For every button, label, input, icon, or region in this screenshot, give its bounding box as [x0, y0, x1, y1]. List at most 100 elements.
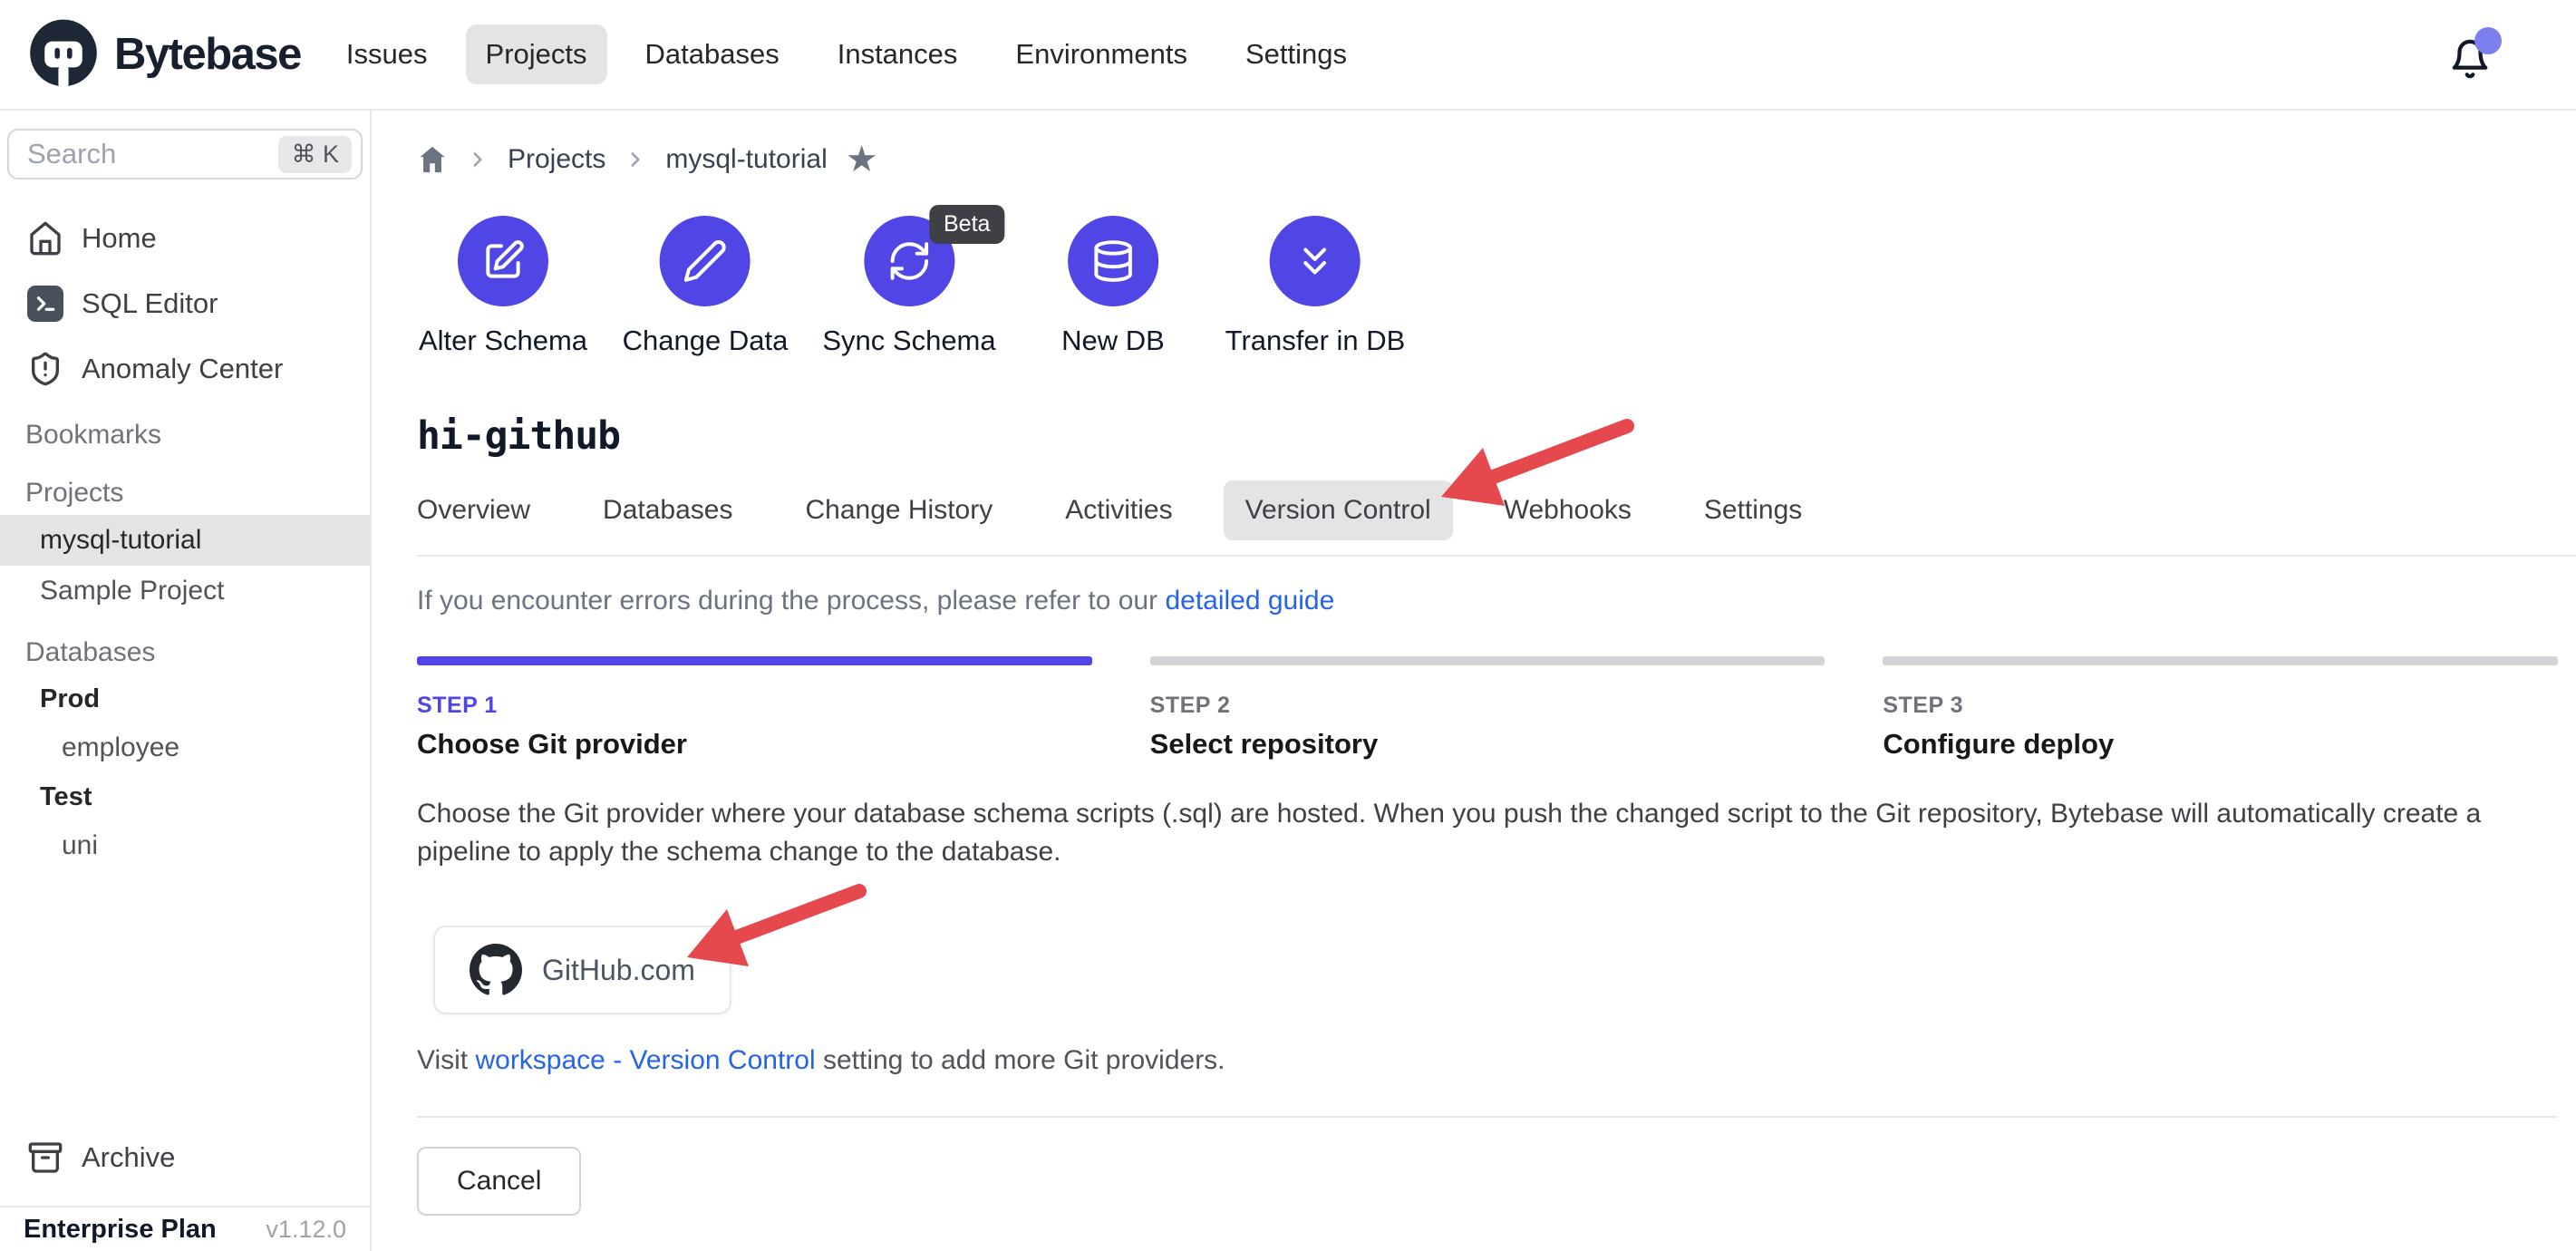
project-tabs-wrap: Overview Databases Change History Activi… [417, 480, 2576, 557]
sidebar-env-prod: Prod [0, 674, 370, 723]
tab-webhooks[interactable]: Webhooks [1482, 480, 1653, 540]
nav-settings[interactable]: Settings [1225, 24, 1367, 84]
step-3-title: Configure deploy [1883, 728, 2558, 761]
action-label: Change Data [623, 325, 789, 357]
version-label: v1.12.0 [266, 1216, 346, 1244]
nav-databases[interactable]: Databases [625, 24, 799, 84]
step-3: STEP 3 Configure deploy [1883, 656, 2558, 761]
step-2-progress-bar [1150, 656, 1825, 665]
sidebar-item-label: Archive [82, 1141, 175, 1174]
project-title: hi-github [417, 413, 2558, 459]
sidebar-menu: Home SQL Editor Anomaly Center Bookmarks… [0, 208, 370, 870]
database-icon [1090, 238, 1136, 284]
sidebar-section-projects: Projects [0, 471, 370, 515]
tab-version-control[interactable]: Version Control [1224, 480, 1453, 540]
sync-icon [886, 238, 932, 284]
sidebar-item-label: Anomaly Center [82, 353, 283, 385]
sidebar-footer: Enterprise Plan v1.12.0 [0, 1206, 370, 1251]
step-description: Choose the Git provider where your datab… [417, 795, 2533, 871]
plan-label: Enterprise Plan [24, 1215, 217, 1245]
step-1-label: STEP 1 [417, 693, 1092, 719]
sidebar: ⌘ K Home SQL Editor [0, 111, 372, 1251]
tab-overview[interactable]: Overview [395, 480, 552, 540]
step-1-title: Choose Git provider [417, 728, 1092, 761]
search-input[interactable] [27, 138, 278, 170]
sidebar-item-sql-editor[interactable]: SQL Editor [0, 274, 370, 334]
search-box[interactable]: ⌘ K [7, 129, 363, 179]
shield-alert-icon [27, 351, 63, 387]
action-label: New DB [1061, 325, 1165, 357]
visit-prefix: Visit [417, 1045, 475, 1075]
sidebar-item-label: Home [82, 222, 157, 255]
github-icon [470, 944, 522, 996]
step-2: STEP 2 Select repository [1150, 656, 1825, 761]
edit-square-icon [480, 238, 526, 284]
chevron-right-icon [466, 148, 489, 171]
cancel-button[interactable]: Cancel [417, 1147, 581, 1216]
github-provider-button[interactable]: GitHub.com [433, 926, 731, 1014]
pencil-icon [683, 238, 728, 284]
chevron-right-icon [624, 148, 647, 171]
tab-databases[interactable]: Databases [581, 480, 754, 540]
sync-schema-button[interactable]: Beta Sync Schema [822, 216, 995, 357]
step-1-progress-bar [417, 656, 1092, 665]
notification-dot [2474, 27, 2502, 54]
sidebar-project-sample-project[interactable]: Sample Project [0, 566, 370, 616]
visit-suffix: setting to add more Git providers. [816, 1045, 1225, 1075]
chevrons-down-icon [1293, 238, 1338, 284]
sidebar-db-uni[interactable]: uni [0, 821, 370, 870]
terminal-icon [27, 286, 63, 322]
breadcrumb-current-project[interactable]: mysql-tutorial [665, 144, 827, 175]
visit-line: Visit workspace - Version Control settin… [417, 1045, 2558, 1076]
nav-instances[interactable]: Instances [818, 24, 978, 84]
provider-label: GitHub.com [542, 954, 695, 987]
step-3-progress-bar [1883, 656, 2558, 665]
action-label: Alter Schema [419, 325, 587, 357]
beta-badge: Beta [929, 205, 1004, 244]
detailed-guide-link[interactable]: detailed guide [1165, 586, 1334, 616]
home-icon [27, 220, 63, 257]
tab-change-history[interactable]: Change History [783, 480, 1014, 540]
main-content: Projects mysql-tutorial ★ Alter Schema [372, 111, 2576, 1251]
step-2-title: Select repository [1150, 728, 1825, 761]
sidebar-section-bookmarks: Bookmarks [0, 413, 370, 457]
alter-schema-button[interactable]: Alter Schema [419, 216, 587, 357]
step-1: STEP 1 Choose Git provider [417, 656, 1092, 761]
tab-settings[interactable]: Settings [1682, 480, 1824, 540]
bytebase-app: Bytebase Issues Projects Databases Insta… [0, 0, 2576, 1251]
sidebar-env-test: Test [0, 772, 370, 821]
breadcrumb-home-button[interactable] [417, 144, 448, 175]
sidebar-item-label: SQL Editor [82, 287, 218, 320]
project-tabs: Overview Databases Change History Activi… [395, 480, 2576, 540]
bytebase-logo-icon [27, 18, 100, 91]
top-header: Bytebase Issues Projects Databases Insta… [0, 0, 2576, 111]
sidebar-project-mysql-tutorial[interactable]: mysql-tutorial [0, 515, 370, 566]
change-data-button[interactable]: Change Data [623, 216, 789, 357]
step-2-label: STEP 2 [1150, 693, 1825, 719]
notice-text: If you encounter errors during the proce… [417, 586, 1165, 616]
search-shortcut: ⌘ K [278, 136, 352, 173]
nav-environments[interactable]: Environments [995, 24, 1207, 84]
git-provider-row: GitHub.com [417, 926, 2558, 1014]
tab-activities[interactable]: Activities [1043, 480, 1194, 540]
notification-button[interactable] [2449, 31, 2493, 78]
error-notice: If you encounter errors during the proce… [417, 586, 2558, 616]
action-label: Sync Schema [822, 325, 995, 357]
star-icon[interactable]: ★ [846, 141, 878, 178]
sidebar-item-home[interactable]: Home [0, 208, 370, 268]
nav-projects[interactable]: Projects [466, 24, 607, 84]
breadcrumb: Projects mysql-tutorial ★ [417, 141, 2558, 178]
brand-name: Bytebase [114, 29, 301, 80]
bytebase-logo[interactable]: Bytebase [27, 18, 301, 91]
new-db-button[interactable]: New DB [1061, 216, 1165, 357]
workspace-version-control-link[interactable]: workspace - Version Control [475, 1045, 815, 1075]
nav-issues[interactable]: Issues [326, 24, 448, 84]
sidebar-section-databases: Databases [0, 631, 370, 674]
sidebar-item-anomaly-center[interactable]: Anomaly Center [0, 339, 370, 399]
sidebar-item-archive[interactable]: Archive [0, 1128, 370, 1188]
top-nav: Issues Projects Databases Instances Envi… [326, 24, 1367, 84]
breadcrumb-projects[interactable]: Projects [508, 144, 605, 175]
home-icon [417, 144, 448, 175]
sidebar-db-employee[interactable]: employee [0, 723, 370, 772]
transfer-in-db-button[interactable]: Transfer in DB [1225, 216, 1406, 357]
